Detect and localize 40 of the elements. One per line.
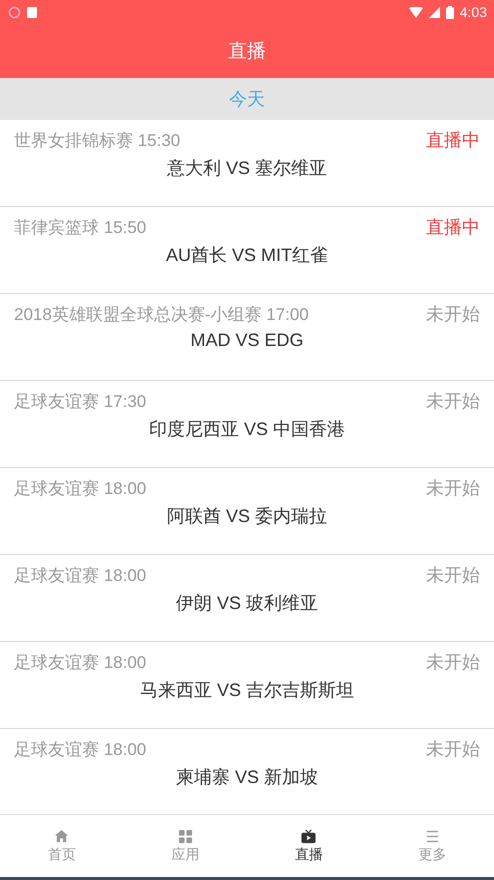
match-teams: 阿联酋 VS 委内瑞拉 (166, 505, 328, 528)
match-status: 未开始 (426, 477, 480, 500)
match-status: 未开始 (426, 738, 480, 761)
tab[interactable]: 应用 (124, 815, 247, 877)
section-header: 今天 (0, 78, 494, 120)
match-status: 未开始 (426, 390, 480, 413)
tab[interactable]: 首页 (0, 815, 124, 877)
menu-icon (424, 828, 440, 844)
match-status: 未开始 (426, 303, 480, 326)
match-teams: 伊朗 VS 玻利维亚 (174, 592, 319, 615)
grid-icon (178, 828, 193, 844)
notification-icon (8, 6, 21, 18)
match-teams: 柬埔寨 VS 新加坡 (174, 766, 319, 789)
match-status: 未开始 (426, 651, 480, 674)
page-title: 直播 (228, 39, 266, 64)
tab[interactable]: 更多 (370, 815, 494, 877)
match-teams: 意大利 VS 塞尔维亚 (166, 157, 328, 180)
tab[interactable]: 直播 (247, 815, 370, 877)
match-status: 未开始 (426, 564, 480, 587)
match-info: 足球友谊赛 17:30 (14, 390, 146, 412)
tv-icon (301, 828, 316, 844)
match-status: 直播中 (426, 216, 480, 239)
match-status: 直播中 (426, 129, 480, 152)
match-teams: 印度尼西亚 VS 中国香港 (148, 418, 346, 441)
match-info: 2018英雄联盟全球总决赛-小组赛 17:00 (14, 304, 309, 326)
notification-icon (27, 6, 37, 18)
match-info: 足球友谊赛 18:00 (14, 652, 146, 674)
home-icon (54, 828, 70, 844)
match-info: 菲律宾篮球 15:50 (14, 216, 146, 238)
wifi-icon (408, 6, 423, 18)
match-info: 世界女排锦标赛 15:30 (14, 130, 180, 152)
signal-icon (428, 6, 440, 18)
match-info: 足球友谊赛 18:00 (14, 564, 146, 586)
match-teams: 马来西亚 VS 吉尔吉斯斯坦 (138, 679, 355, 702)
match-teams: AU酋长 VS MIT红雀 (164, 244, 329, 267)
match-info: 足球友谊赛 18:00 (14, 738, 146, 760)
match-teams: MAD VS EDG (189, 330, 305, 351)
status-time: 4:03 (460, 4, 487, 20)
battery-icon (446, 6, 454, 18)
match-info: 足球友谊赛 18:00 (14, 478, 146, 500)
